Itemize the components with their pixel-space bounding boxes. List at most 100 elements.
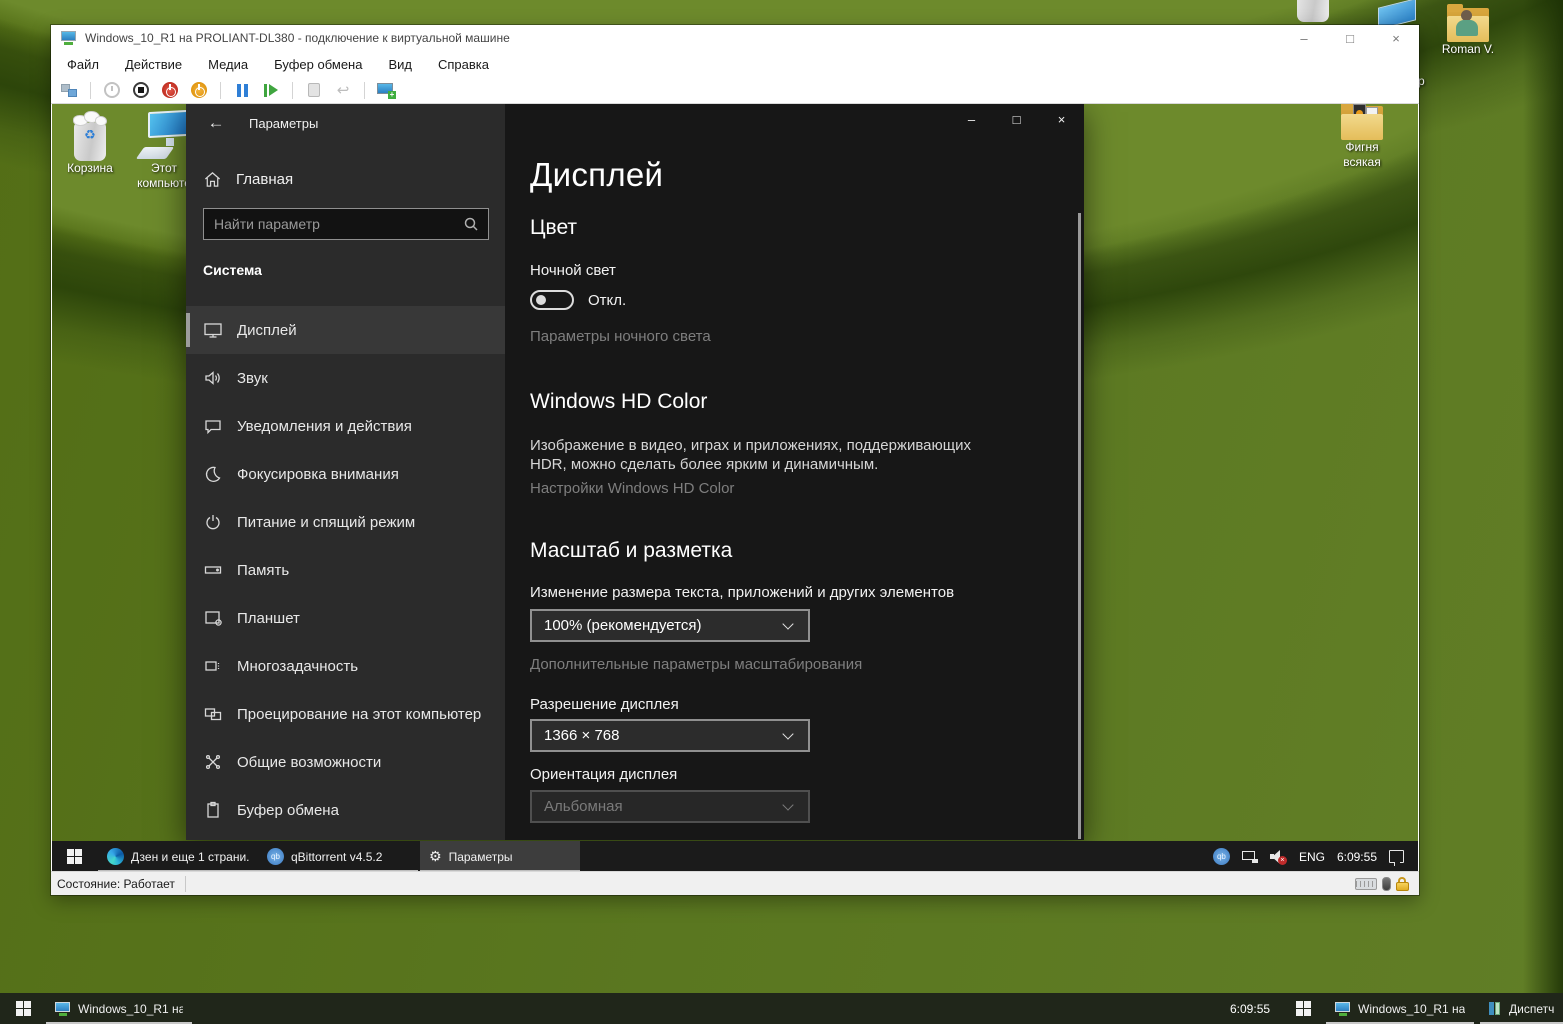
host-task-taskmanager[interactable]: Диспетчер [1480, 993, 1563, 1024]
sidebar-item-label: Звук [237, 370, 268, 387]
host-task-vmconnect-2[interactable]: Windows_10_R1 на P... [1326, 993, 1474, 1024]
sidebar-item-storage[interactable]: Память [186, 546, 505, 594]
bin-body [1297, 0, 1329, 22]
taskbar-task-settings[interactable]: ⚙ Параметры [420, 841, 580, 872]
vm-minimize-button[interactable]: – [1281, 25, 1327, 51]
vm-toolbar: ↩ + [51, 77, 1419, 104]
menu-help[interactable]: Справка [438, 57, 489, 72]
host-start-button[interactable] [0, 993, 46, 1024]
save-vm-button[interactable] [189, 80, 209, 100]
settings-close-button[interactable]: × [1039, 104, 1084, 134]
power-icon [203, 512, 223, 532]
sidebar-item-focus[interactable]: Фокусировка внимания [186, 450, 505, 498]
menu-file[interactable]: Файл [67, 57, 99, 72]
vm-close-button[interactable]: × [1373, 25, 1419, 51]
windows-logo-icon [67, 849, 82, 864]
toggle-knob [536, 295, 546, 305]
sidebar-item-sound[interactable]: Звук [186, 354, 505, 402]
host-taskbar: Windows_10_R1 на P... 6:09:55 Windows_10… [0, 993, 1563, 1024]
vm-start-button[interactable] [52, 841, 96, 872]
volume-muted-tray-icon[interactable]: × [1270, 850, 1287, 863]
night-light-label: Ночной свет [530, 262, 616, 279]
resolution-value: 1366 × 768 [532, 727, 784, 744]
pause-vm-button[interactable] [232, 80, 252, 100]
language-indicator[interactable]: ENG [1299, 850, 1325, 864]
settings-maximize-button[interactable]: □ [994, 104, 1039, 134]
edge-icon [107, 848, 124, 865]
settings-minimize-button[interactable]: – [949, 104, 994, 134]
stuff-folder-label-line2: всякая [1324, 155, 1400, 170]
orientation-dropdown[interactable]: Альбомная [530, 790, 810, 823]
vmconnect-icon [1335, 1002, 1351, 1016]
host-clock[interactable]: 6:09:55 [1230, 993, 1270, 1024]
ctrl-alt-del-button[interactable] [59, 80, 79, 100]
menu-media[interactable]: Медиа [208, 57, 248, 72]
vm-recycle-bin-icon[interactable]: ♻ Корзина [52, 109, 128, 176]
menu-clipboard[interactable]: Буфер обмена [274, 57, 362, 72]
settings-search-box[interactable] [203, 208, 489, 240]
advanced-scaling-link[interactable]: Дополнительные параметры масштабирования [530, 656, 862, 673]
projecting-icon [203, 704, 223, 724]
taskbar-task-qbittorrent[interactable]: qb qBittorrent v4.5.2 [258, 841, 418, 872]
shutdown-button[interactable] [160, 80, 180, 100]
host-user-folder-label: Roman V. [1440, 42, 1496, 57]
chevron-down-icon [782, 799, 793, 810]
vm-clock[interactable]: 6:09:55 [1337, 850, 1377, 864]
vmconnect-icon [61, 31, 77, 45]
sidebar-item-clipboard[interactable]: Буфер обмена [186, 786, 505, 834]
search-input[interactable] [204, 216, 463, 232]
qbittorrent-tray-icon[interactable]: qb [1213, 848, 1230, 865]
menu-action[interactable]: Действие [125, 57, 182, 72]
enhanced-session-button[interactable]: + [376, 80, 396, 100]
task-label: Windows_10_R1 на P... [78, 1002, 183, 1016]
host-recycle-bin-icon[interactable] [1293, 0, 1333, 22]
sidebar-item-label: Проецирование на этот компьютер [237, 706, 481, 723]
vm-taskbar: Дзен и еще 1 страни... qb qBittorrent v4… [52, 841, 1418, 872]
resolution-label: Разрешение дисплея [530, 696, 679, 713]
scale-dropdown[interactable]: 100% (рекомендуется) [530, 609, 810, 642]
vm-titlebar[interactable]: Windows_10_R1 на PROLIANT-DL380 - подклю… [51, 25, 1419, 51]
network-tray-icon[interactable] [1242, 851, 1258, 863]
host-task-vmconnect[interactable]: Windows_10_R1 на P... [46, 993, 192, 1024]
search-icon[interactable] [463, 216, 479, 232]
orientation-label: Ориентация дисплея [530, 766, 677, 783]
back-button[interactable]: ← [200, 111, 232, 135]
gear-icon: ⚙ [429, 848, 442, 865]
action-center-icon[interactable] [1389, 850, 1404, 863]
sidebar-item-shared[interactable]: Общие возможности [186, 738, 505, 786]
turn-off-button[interactable] [131, 80, 151, 100]
start-vm-button[interactable] [102, 80, 122, 100]
toolbar-separator [292, 82, 293, 99]
night-light-settings-link[interactable]: Параметры ночного света [530, 328, 711, 345]
sidebar-item-multitasking[interactable]: Многозадачность [186, 642, 505, 690]
menu-view[interactable]: Вид [388, 57, 412, 72]
vm-maximize-button[interactable]: □ [1327, 25, 1373, 51]
person-body [1456, 20, 1478, 36]
checkpoint-button[interactable] [304, 80, 324, 100]
host-user-folder-icon[interactable]: Roman V. [1440, 8, 1496, 57]
resolution-dropdown[interactable]: 1366 × 768 [530, 719, 810, 752]
reset-vm-button[interactable] [261, 80, 281, 100]
vm-status-bar: Состояние: Работает [51, 871, 1419, 895]
hidden-icon-label-fragment: р [1418, 74, 1425, 89]
sidebar-item-projecting[interactable]: Проецирование на этот компьютер [186, 690, 505, 738]
host-start-button-2[interactable] [1280, 993, 1326, 1024]
scrollbar[interactable] [1078, 213, 1081, 839]
vm-stuff-folder-icon[interactable]: Фигня всякая [1324, 106, 1400, 170]
sidebar-item-label: Общие возможности [237, 754, 381, 771]
sidebar-item-display[interactable]: Дисплей [186, 306, 505, 354]
revert-button[interactable]: ↩ [333, 80, 353, 100]
sidebar-item-tablet[interactable]: Планшет [186, 594, 505, 642]
page-title: Дисплей [530, 156, 663, 194]
scale-value: 100% (рекомендуется) [532, 617, 784, 634]
sidebar-item-power[interactable]: Питание и спящий режим [186, 498, 505, 546]
host-screen: Roman V. р Windows_10_R1 на PROLIANT-DL3… [0, 0, 1563, 1024]
taskbar-task-edge[interactable]: Дзен и еще 1 страни... [98, 841, 258, 872]
sidebar-item-notifications[interactable]: Уведомления и действия [186, 402, 505, 450]
recycle-symbol: ♻ [70, 127, 110, 143]
sidebar-item-home[interactable]: Главная [186, 162, 505, 196]
task-label: Диспетчер [1509, 1002, 1554, 1016]
night-light-toggle[interactable] [530, 290, 574, 310]
windows-logo-icon [16, 1001, 31, 1016]
hdr-settings-link[interactable]: Настройки Windows HD Color [530, 480, 734, 497]
